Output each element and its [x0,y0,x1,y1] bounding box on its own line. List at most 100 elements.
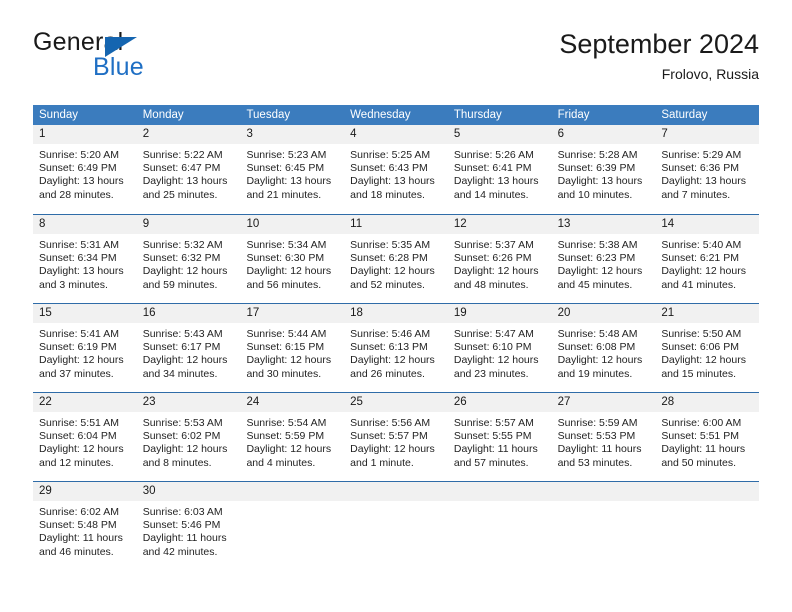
daylight-text-line1: Daylight: 13 hours [350,175,435,188]
day-cell-empty [551,482,656,565]
day-cell[interactable]: 2 Sunrise: 5:22 AM Sunset: 6:47 PM Dayli… [136,125,241,214]
day-number: 23 [136,393,241,412]
day-cell[interactable]: 20 Sunrise: 5:48 AM Sunset: 6:08 PM Dayl… [551,304,656,392]
page-title: September 2024 [559,29,759,59]
daylight-text-line1: Daylight: 13 hours [661,175,746,188]
day-cell[interactable]: 29 Sunrise: 6:02 AM Sunset: 5:48 PM Dayl… [33,482,137,565]
day-cell[interactable]: 7 Sunrise: 5:29 AM Sunset: 6:36 PM Dayli… [655,125,760,214]
daylight-text-line2: and 26 minutes. [350,367,425,380]
daylight-text-line2: and 34 minutes. [142,367,218,380]
week-row: 1 Sunrise: 5:20 AM Sunset: 6:49 PM Dayli… [33,125,760,214]
calendar-page: General Blue September 2024 Frolovo, Rus… [0,0,792,612]
sunrise-text: Sunrise: 5:37 AM [453,239,534,251]
day-number [447,482,552,501]
day-details: Sunrise: 5:51 AM Sunset: 6:04 PM Dayligh… [33,412,137,470]
day-cell[interactable]: 6 Sunrise: 5:28 AM Sunset: 6:39 PM Dayli… [551,125,656,214]
sunrise-text: Sunrise: 5:51 AM [39,417,119,429]
day-number: 11 [344,215,448,234]
sunrise-text: Sunrise: 6:00 AM [661,417,742,429]
daylight-text-line2: and 50 minutes. [661,456,737,469]
day-cell[interactable]: 22 Sunrise: 5:51 AM Sunset: 6:04 PM Dayl… [33,393,137,481]
day-number: 4 [344,125,448,144]
sunset-text: Sunset: 6:13 PM [350,341,428,354]
daylight-text-line2: and 15 minutes. [661,367,737,380]
day-details: Sunrise: 5:29 AM Sunset: 6:36 PM Dayligh… [655,144,759,202]
day-number: 19 [447,304,552,323]
daylight-text-line2: and 42 minutes. [142,545,218,558]
sunset-text: Sunset: 6:17 PM [142,341,221,354]
day-cell[interactable]: 27 Sunrise: 5:59 AM Sunset: 5:53 PM Dayl… [551,393,656,481]
page-header: General Blue September 2024 Frolovo, Rus… [33,28,759,90]
sunrise-text: Sunrise: 5:53 AM [142,417,223,429]
daylight-text-line2: and 4 minutes. [246,456,316,469]
day-number: 18 [344,304,448,323]
day-cell[interactable]: 18 Sunrise: 5:46 AM Sunset: 6:13 PM Dayl… [344,304,448,392]
daylight-text-line2: and 23 minutes. [453,367,529,380]
daylight-text-line2: and 19 minutes. [557,367,633,380]
day-details: Sunrise: 5:34 AM Sunset: 6:30 PM Dayligh… [240,234,344,292]
day-details: Sunrise: 5:57 AM Sunset: 5:55 PM Dayligh… [448,412,552,470]
day-cell-empty [655,482,760,565]
day-cell[interactable]: 21 Sunrise: 5:50 AM Sunset: 6:06 PM Dayl… [655,304,760,392]
day-cell[interactable]: 24 Sunrise: 5:54 AM Sunset: 5:59 PM Dayl… [240,393,345,481]
day-cell[interactable]: 28 Sunrise: 6:00 AM Sunset: 5:51 PM Dayl… [655,393,760,481]
day-cell[interactable]: 1 Sunrise: 5:20 AM Sunset: 6:49 PM Dayli… [33,125,137,214]
day-details: Sunrise: 5:53 AM Sunset: 6:02 PM Dayligh… [137,412,241,470]
day-number: 17 [240,304,345,323]
daylight-text-line2: and 53 minutes. [557,456,633,469]
day-cell[interactable]: 26 Sunrise: 5:57 AM Sunset: 5:55 PM Dayl… [447,393,552,481]
daylight-text-line1: Daylight: 12 hours [39,443,124,456]
daylight-text-line2: and 56 minutes. [246,278,322,291]
day-details: Sunrise: 5:43 AM Sunset: 6:17 PM Dayligh… [137,323,241,381]
daylight-text-line2: and 52 minutes. [350,278,425,291]
sunrise-text: Sunrise: 5:25 AM [350,149,431,161]
day-number: 10 [240,215,345,234]
day-cell[interactable]: 13 Sunrise: 5:38 AM Sunset: 6:23 PM Dayl… [551,215,656,303]
day-cell[interactable]: 4 Sunrise: 5:25 AM Sunset: 6:43 PM Dayli… [344,125,448,214]
sunrise-text: Sunrise: 5:32 AM [142,239,223,251]
day-cell[interactable]: 9 Sunrise: 5:32 AM Sunset: 6:32 PM Dayli… [136,215,241,303]
day-cell[interactable]: 15 Sunrise: 5:41 AM Sunset: 6:19 PM Dayl… [33,304,137,392]
day-cell[interactable]: 30 Sunrise: 6:03 AM Sunset: 5:46 PM Dayl… [136,482,241,565]
day-number: 30 [136,482,241,501]
day-cell[interactable]: 8 Sunrise: 5:31 AM Sunset: 6:34 PM Dayli… [33,215,137,303]
sunrise-text: Sunrise: 5:22 AM [142,149,223,161]
page-subtitle-location: Frolovo, Russia [661,66,759,82]
day-number: 24 [240,393,345,412]
day-cell[interactable]: 14 Sunrise: 5:40 AM Sunset: 6:21 PM Dayl… [655,215,760,303]
day-cell[interactable]: 10 Sunrise: 5:34 AM Sunset: 6:30 PM Dayl… [240,215,345,303]
week-row: 8 Sunrise: 5:31 AM Sunset: 6:34 PM Dayli… [33,214,760,303]
daylight-text-line2: and 12 minutes. [39,456,114,469]
day-cell[interactable]: 16 Sunrise: 5:43 AM Sunset: 6:17 PM Dayl… [136,304,241,392]
day-details: Sunrise: 5:31 AM Sunset: 6:34 PM Dayligh… [33,234,137,292]
daylight-text-line2: and 46 minutes. [39,545,114,558]
day-details: Sunrise: 5:32 AM Sunset: 6:32 PM Dayligh… [137,234,241,292]
day-cell[interactable]: 11 Sunrise: 5:35 AM Sunset: 6:28 PM Dayl… [344,215,448,303]
day-number: 27 [551,393,656,412]
day-details: Sunrise: 5:40 AM Sunset: 6:21 PM Dayligh… [655,234,759,292]
day-cell[interactable]: 12 Sunrise: 5:37 AM Sunset: 6:26 PM Dayl… [447,215,552,303]
daylight-text-line1: Daylight: 12 hours [557,354,643,367]
sunrise-text: Sunrise: 5:44 AM [246,328,327,340]
daylight-text-line1: Daylight: 13 hours [39,175,124,188]
day-cell[interactable]: 5 Sunrise: 5:26 AM Sunset: 6:41 PM Dayli… [447,125,552,214]
sunset-text: Sunset: 5:51 PM [661,430,739,443]
sunset-text: Sunset: 6:15 PM [246,341,325,354]
daylight-text-line2: and 21 minutes. [246,188,322,201]
day-number: 26 [447,393,552,412]
sunset-text: Sunset: 6:36 PM [661,162,739,175]
day-cell[interactable]: 25 Sunrise: 5:56 AM Sunset: 5:57 PM Dayl… [344,393,448,481]
week-row: 22 Sunrise: 5:51 AM Sunset: 6:04 PM Dayl… [33,392,760,481]
sunset-text: Sunset: 6:23 PM [557,252,636,265]
weekday-header-thursday: Thursday [453,109,502,121]
daylight-text-line2: and 8 minutes. [142,456,212,469]
day-cell[interactable]: 17 Sunrise: 5:44 AM Sunset: 6:15 PM Dayl… [240,304,345,392]
sunrise-text: Sunrise: 5:54 AM [246,417,327,429]
general-blue-logo[interactable]: General Blue [33,28,263,86]
day-cell[interactable]: 3 Sunrise: 5:23 AM Sunset: 6:45 PM Dayli… [240,125,345,214]
week-row: 29 Sunrise: 6:02 AM Sunset: 5:48 PM Dayl… [33,481,760,565]
day-cell[interactable]: 19 Sunrise: 5:47 AM Sunset: 6:10 PM Dayl… [447,304,552,392]
day-number: 28 [655,393,760,412]
daylight-text-line1: Daylight: 13 hours [142,175,228,188]
day-cell[interactable]: 23 Sunrise: 5:53 AM Sunset: 6:02 PM Dayl… [136,393,241,481]
